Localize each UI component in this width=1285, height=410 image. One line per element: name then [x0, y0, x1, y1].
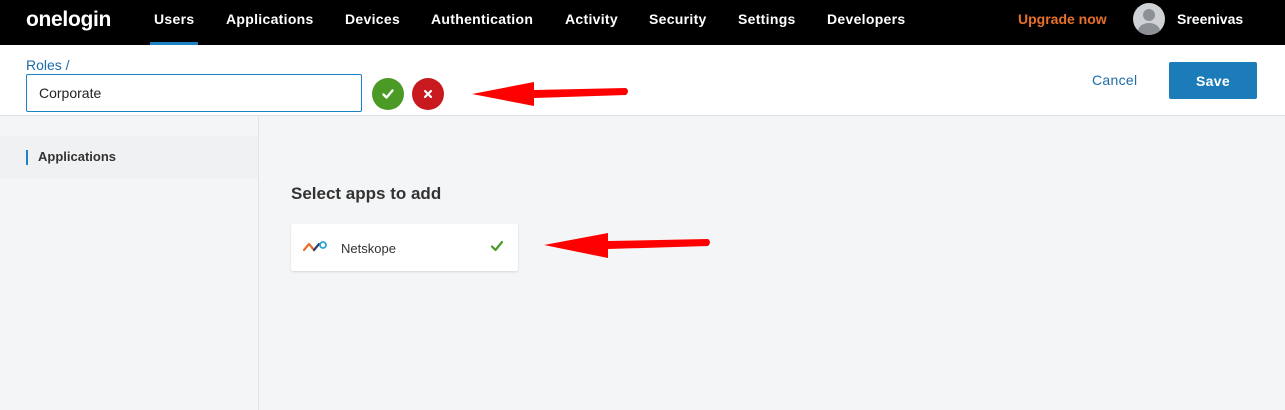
user-avatar-icon[interactable] [1133, 3, 1165, 35]
nav-settings[interactable]: Settings [738, 0, 796, 45]
username[interactable]: Sreenivas [1177, 0, 1243, 38]
sidebar-item-label: Applications [38, 149, 117, 164]
netskope-logo-icon [302, 241, 327, 252]
nav-developers[interactable]: Developers [827, 0, 905, 45]
close-icon [423, 89, 433, 99]
nav-devices[interactable]: Devices [345, 0, 400, 45]
top-nav: onelogin Users Applications Devices Auth… [0, 0, 1285, 45]
cancel-name-button[interactable] [412, 78, 444, 110]
app-card-netskope[interactable]: Netskope [291, 224, 518, 271]
nav-applications[interactable]: Applications [226, 0, 314, 45]
app-name: Netskope [341, 241, 396, 256]
sidebar-item-applications[interactable]: Applications [0, 136, 258, 179]
breadcrumb[interactable]: Roles / [26, 57, 70, 73]
section-title: Select apps to add [291, 184, 442, 203]
role-name-input[interactable] [26, 74, 362, 112]
sidebar: Applications [0, 116, 259, 410]
active-indicator [26, 150, 28, 165]
avatar-body [1138, 23, 1160, 35]
confirm-name-button[interactable] [372, 78, 404, 110]
check-icon [382, 89, 394, 99]
annotation-arrow-icon [544, 233, 710, 258]
annotation-arrow-icon [472, 82, 628, 106]
nav-authentication[interactable]: Authentication [431, 0, 533, 45]
nav-users[interactable]: Users [149, 0, 199, 45]
main-content: Select apps to add Netskope [260, 116, 1285, 410]
nav-activity[interactable]: Activity [565, 0, 618, 45]
nav-security[interactable]: Security [649, 0, 707, 45]
avatar-head [1143, 9, 1155, 21]
cancel-button[interactable]: Cancel [1092, 71, 1137, 89]
save-button[interactable]: Save [1169, 62, 1257, 99]
upgrade-link[interactable]: Upgrade now [1018, 0, 1107, 38]
check-icon [490, 240, 504, 252]
onelogin-logo[interactable]: onelogin [26, 8, 111, 32]
role-header: Roles / Cancel Save [0, 45, 1285, 116]
